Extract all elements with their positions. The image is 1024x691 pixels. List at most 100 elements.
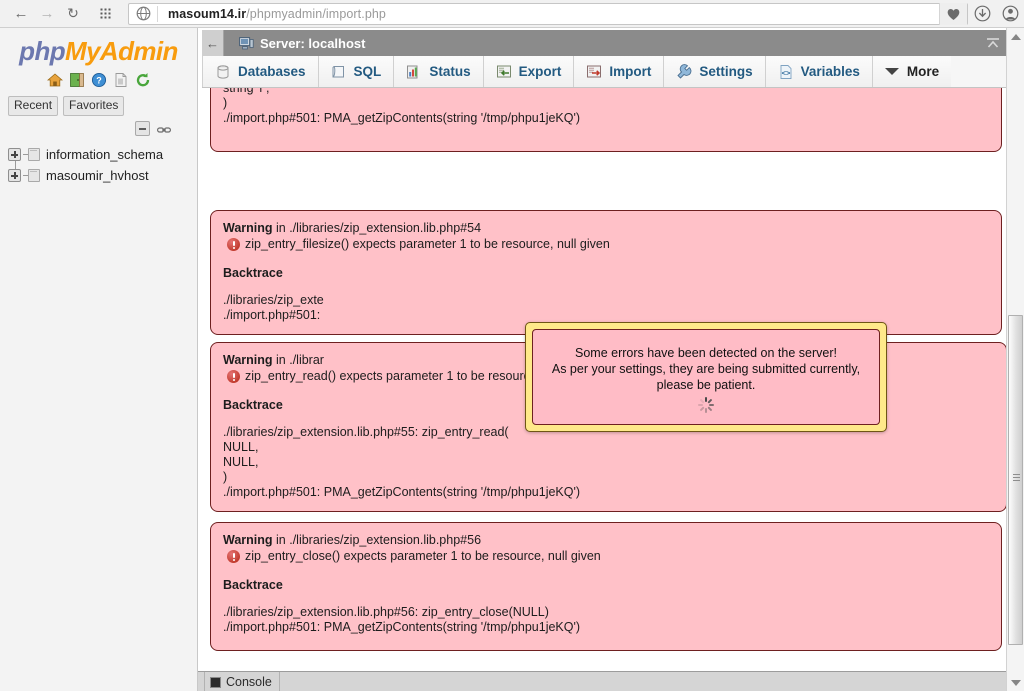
database-tree: information_schema masoumir_hvhost	[0, 144, 197, 186]
database-icon	[28, 169, 40, 182]
warning-label: Warning	[223, 221, 273, 235]
favorites-tab[interactable]: Favorites	[63, 96, 125, 116]
expand-plus-icon[interactable]	[8, 148, 21, 161]
tab-settings[interactable]: Settings	[664, 56, 766, 87]
scrollbar-grip	[1013, 474, 1020, 481]
database-tree-item[interactable]: information_schema	[8, 144, 197, 165]
console-bar: Console	[198, 671, 1024, 691]
error-heading: Warning in ./libraries/zip_extension.lib…	[223, 533, 989, 548]
bookmark-heart-icon[interactable]	[939, 2, 967, 25]
console-toggle[interactable]: Console	[204, 672, 280, 691]
back-icon[interactable]: ←	[8, 1, 34, 27]
console-label: Console	[226, 675, 272, 689]
navigation-panel: phpMyAdmin ? Recent Favorites informatio…	[0, 28, 198, 691]
import-icon	[586, 64, 602, 80]
error-panel: resource, NULL, string 'r', ) ./import.p…	[210, 88, 1002, 152]
sql-window-icon	[331, 64, 347, 80]
tab-label: Export	[518, 64, 562, 79]
database-name[interactable]: masoumir_hvhost	[46, 168, 149, 183]
url-text: masoum14.ir/phpmyadmin/import.php	[158, 7, 386, 21]
dialog-line-3: please be patient.	[656, 378, 756, 392]
tab-label: Import	[609, 64, 652, 79]
backtrace-line: ./import.php#501: PMA_getZipContents(str…	[223, 111, 581, 125]
error-panel: Warning in ./libraries/zip_extension.lib…	[210, 210, 1002, 335]
backtrace-line: ./libraries/zip_extension.lib.php#56: zi…	[223, 605, 549, 619]
logo-myadmin-text: MyAdmin	[65, 36, 178, 66]
collapse-all-icon[interactable]	[135, 121, 150, 136]
error-heading: Warning in ./libraries/zip_extension.lib…	[223, 221, 989, 236]
tab-label: More	[906, 64, 940, 79]
warning-in: in	[276, 221, 286, 235]
warning-in: in	[276, 353, 286, 367]
tab-label: Databases	[238, 64, 306, 79]
status-chart-icon	[406, 64, 422, 80]
chevron-down-icon	[884, 68, 899, 75]
warning-file: ./libraries/zip_extension.lib.php#56	[289, 533, 482, 547]
recent-tab[interactable]: Recent	[8, 96, 59, 116]
server-title: Server: localhost	[239, 36, 366, 51]
tab-status[interactable]: Status	[394, 56, 484, 87]
export-icon	[496, 64, 512, 80]
warning-label: Warning	[223, 353, 273, 367]
reload-green-icon[interactable]	[135, 72, 151, 88]
server-title-text: Server: localhost	[260, 35, 366, 51]
collapse-up-icon[interactable]	[984, 34, 1002, 52]
console-icon	[210, 676, 221, 688]
backtrace-line: )	[223, 96, 228, 110]
tab-export[interactable]: Export	[483, 56, 575, 87]
backtrace-line: ./import.php#501: PMA_getZipContents(str…	[223, 485, 581, 499]
backtrace-line: ./import.php#501: PMA_getZipContents(str…	[223, 620, 581, 634]
backtrace-line: ./import.php#501:	[223, 308, 321, 322]
database-name[interactable]: information_schema	[46, 147, 163, 162]
user-account-icon[interactable]	[996, 0, 1024, 28]
page-body: phpMyAdmin ? Recent Favorites informatio…	[0, 28, 1024, 691]
navigation-quick-icons: ?	[0, 71, 197, 89]
error-report-area: resource, NULL, string 'r', ) ./import.p…	[202, 88, 1010, 691]
phpmyadmin-logo[interactable]: phpMyAdmin	[0, 28, 197, 67]
tab-label: Variables	[800, 64, 860, 79]
backtrace-line: NULL,	[223, 440, 259, 454]
expand-plus-icon[interactable]	[8, 169, 21, 182]
main-panel: ← Server: localhost Databases SQL Status…	[198, 28, 1024, 691]
tab-import[interactable]: Import	[574, 56, 665, 87]
navigation-quick-tabs: Recent Favorites	[8, 96, 197, 116]
home-icon[interactable]	[46, 72, 63, 88]
address-bar[interactable]: masoum14.ir/phpmyadmin/import.php	[128, 2, 968, 25]
vertical-scrollbar[interactable]	[1006, 28, 1024, 691]
url-host: masoum14.ir	[168, 6, 247, 21]
browser-right-icons	[968, 0, 1024, 28]
exit-icon[interactable]	[69, 72, 85, 88]
backtrace-line: NULL,	[223, 455, 259, 469]
server-header-bar: ← Server: localhost	[202, 30, 1010, 56]
tab-more[interactable]: More	[872, 56, 952, 87]
forward-icon[interactable]: →	[34, 1, 60, 27]
error-message-row: zip_entry_filesize() expects parameter 1…	[227, 237, 989, 252]
tab-variables[interactable]: <> Variables	[765, 56, 873, 87]
warning-label: Warning	[223, 533, 273, 547]
logo-php-text: php	[19, 36, 66, 66]
svg-text:?: ?	[96, 76, 102, 86]
link-with-main-panel-icon[interactable]	[157, 123, 172, 135]
apps-grid-icon[interactable]	[92, 1, 118, 27]
tab-sql[interactable]: SQL	[318, 56, 395, 87]
scroll-up-arrow-icon[interactable]	[1007, 28, 1024, 45]
tab-label: Status	[429, 64, 471, 79]
tab-label: SQL	[353, 64, 382, 79]
database-tree-item[interactable]: masoumir_hvhost	[8, 165, 197, 186]
warning-file: ./libraries/zip_extension.lib.php#54	[289, 221, 482, 235]
scroll-down-arrow-icon[interactable]	[1007, 674, 1024, 691]
warning-file: ./librar	[289, 353, 324, 367]
error-exclamation-icon	[227, 370, 240, 383]
docs-icon[interactable]	[113, 72, 129, 88]
back-arrow-icon[interactable]: ←	[202, 30, 224, 56]
backtrace-line: ./libraries/zip_exte	[223, 293, 324, 307]
download-icon[interactable]	[968, 0, 996, 28]
error-submission-dialog: Some errors have been detected on the se…	[525, 322, 887, 432]
tab-databases[interactable]: Databases	[202, 56, 319, 87]
backtrace-title: Backtrace	[223, 578, 283, 592]
globe-icon	[129, 6, 157, 21]
help-icon[interactable]: ?	[91, 72, 107, 88]
reload-icon[interactable]: ↻	[60, 1, 86, 27]
main-tab-bar: Databases SQL Status Export Import Setti…	[202, 56, 1010, 88]
scrollbar-thumb[interactable]	[1008, 315, 1023, 645]
